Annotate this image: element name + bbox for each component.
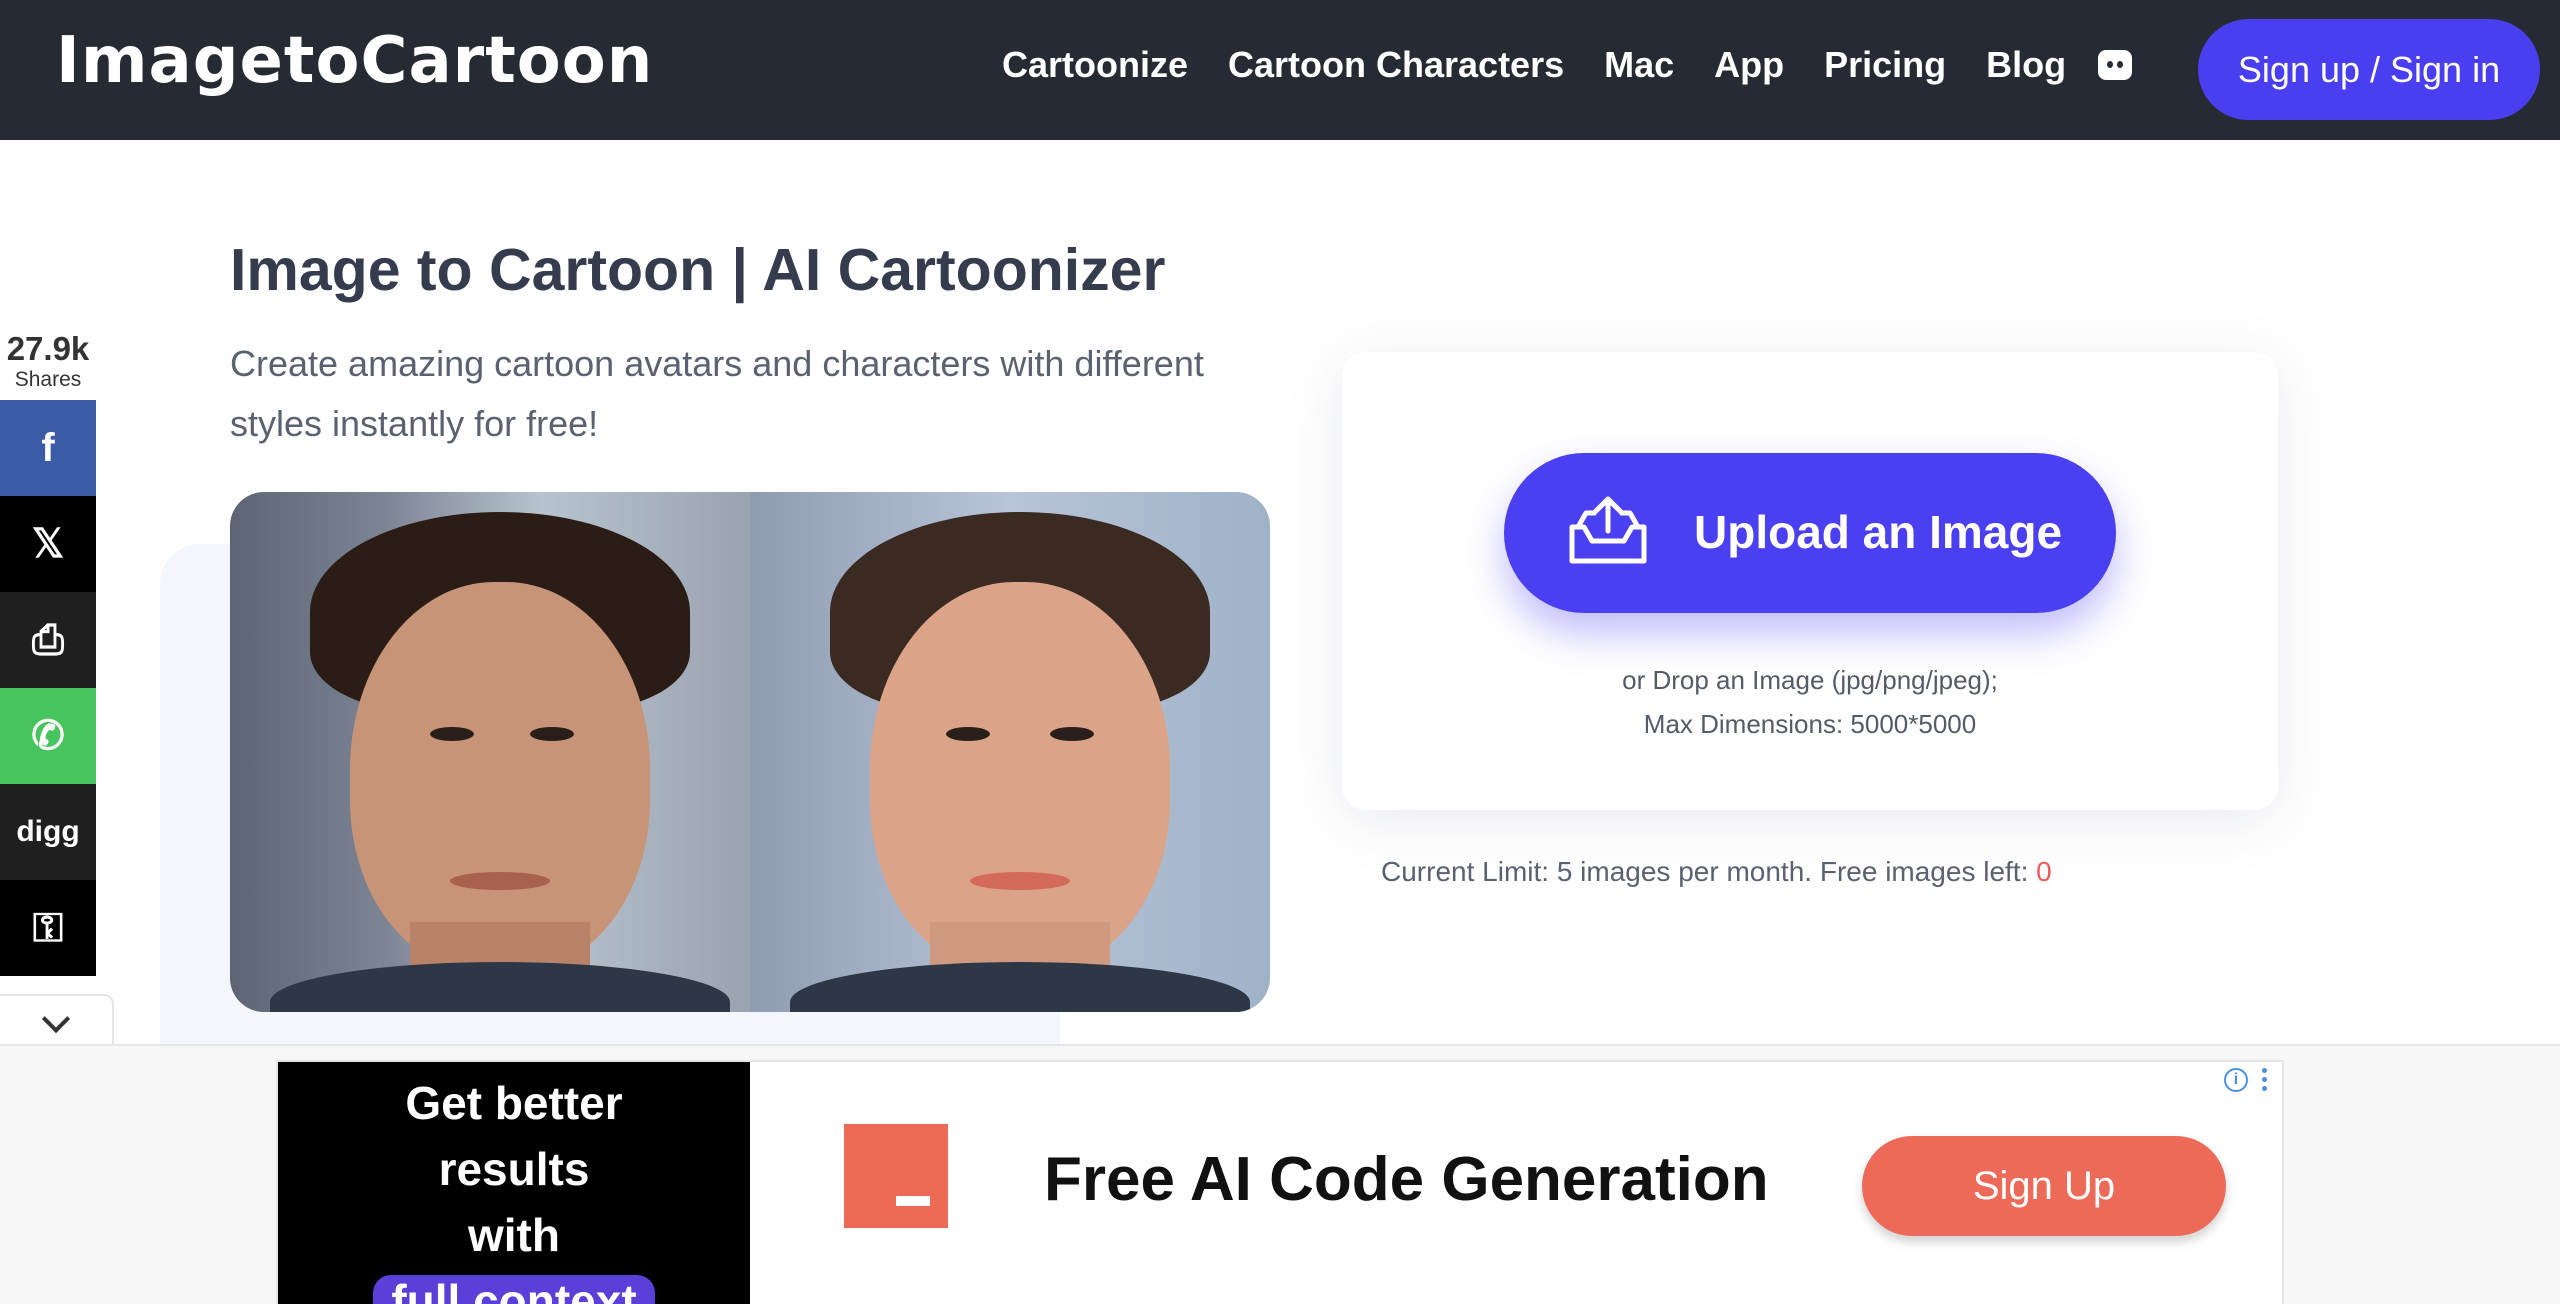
discord-icon[interactable] bbox=[2098, 50, 2133, 80]
usage-limit-label: Current Limit: 5 images per month. Free … bbox=[1381, 856, 2037, 887]
upload-card: Upload an Image or Drop an Image (jpg/pn… bbox=[1342, 352, 2278, 810]
free-images-left-count: 0 bbox=[2036, 856, 2052, 887]
printer-icon: ⎙ bbox=[32, 617, 64, 662]
ad-left-line: with bbox=[468, 1209, 560, 1261]
share-digg-button[interactable]: digg bbox=[0, 784, 96, 880]
share-facebook-button[interactable]: f bbox=[0, 400, 96, 496]
nav-mac[interactable]: Mac bbox=[1604, 44, 1674, 86]
original-photo bbox=[230, 492, 750, 1012]
ad-left-highlight: full context bbox=[373, 1275, 655, 1304]
site-logo[interactable]: ImagetoCartoon bbox=[56, 24, 653, 98]
upload-hint-dimensions: Max Dimensions: 5000*5000 bbox=[1643, 709, 1977, 739]
share-count-number: 27.9k bbox=[6, 330, 90, 367]
upload-button-label: Upload an Image bbox=[1694, 506, 2063, 558]
cartoon-result bbox=[750, 492, 1270, 1012]
top-nav-bar: ImagetoCartoon Cartoonize Cartoon Charac… bbox=[0, 0, 2560, 140]
nav-pricing[interactable]: Pricing bbox=[1824, 44, 1946, 86]
share-more-button[interactable]: ⚿ bbox=[0, 880, 96, 976]
ad-left-line: results bbox=[438, 1143, 590, 1195]
more-icon: ⚿ bbox=[32, 905, 64, 950]
nav-blog[interactable]: Blog bbox=[1986, 44, 2066, 86]
x-icon: 𝕏 bbox=[31, 522, 65, 566]
upload-tray-icon bbox=[1569, 496, 1647, 564]
ad-menu-icon[interactable] bbox=[2262, 1068, 2268, 1094]
nav-app[interactable]: App bbox=[1714, 44, 1784, 86]
share-collapse-toggle[interactable] bbox=[0, 994, 114, 1050]
share-x-button[interactable]: 𝕏 bbox=[0, 496, 96, 592]
before-after-image bbox=[230, 492, 1270, 1012]
nav-cartoon-characters[interactable]: Cartoon Characters bbox=[1228, 44, 1564, 86]
share-whatsapp-button[interactable]: ✆ bbox=[0, 688, 96, 784]
signin-button[interactable]: Sign up / Sign in bbox=[2198, 19, 2540, 120]
ad-brand-logo bbox=[844, 1124, 948, 1228]
ad-left-line: Get better bbox=[405, 1077, 623, 1129]
share-count: 27.9k Shares bbox=[0, 330, 96, 392]
upload-image-button[interactable]: Upload an Image bbox=[1504, 453, 2116, 613]
share-print-button[interactable]: ⎙ bbox=[0, 592, 96, 688]
whatsapp-icon: ✆ bbox=[31, 714, 65, 758]
nav-cartoonize[interactable]: Cartoonize bbox=[1002, 44, 1188, 86]
ad-signup-button[interactable]: Sign Up bbox=[1862, 1136, 2226, 1236]
page-subtitle: Create amazing cartoon avatars and chara… bbox=[230, 343, 1204, 444]
ad-banner-area: Get better results with full context Fre… bbox=[0, 1044, 2560, 1304]
ad-banner[interactable]: Get better results with full context Fre… bbox=[276, 1060, 2284, 1304]
share-count-label: Shares bbox=[14, 368, 82, 391]
digg-icon: digg bbox=[16, 815, 80, 848]
ad-headline: Free AI Code Generation bbox=[1044, 1145, 1769, 1214]
ad-left-panel: Get better results with full context bbox=[278, 1062, 750, 1304]
chevron-down-icon bbox=[41, 1004, 71, 1034]
upload-hint: or Drop an Image (jpg/png/jpeg); Max Dim… bbox=[1342, 658, 2278, 746]
upload-hint-formats: or Drop an Image (jpg/png/jpeg); bbox=[1622, 665, 1998, 695]
page: ImagetoCartoon Cartoonize Cartoon Charac… bbox=[0, 0, 2560, 1304]
ad-info-icon[interactable]: i bbox=[2224, 1068, 2248, 1092]
facebook-icon: f bbox=[41, 425, 55, 470]
page-title: Image to Cartoon | AI Cartoonizer bbox=[230, 237, 1166, 303]
usage-limit-text: Current Limit: 5 images per month. Free … bbox=[1381, 856, 2052, 888]
main-nav: Cartoonize Cartoon Characters Mac App Pr… bbox=[1002, 44, 2133, 86]
